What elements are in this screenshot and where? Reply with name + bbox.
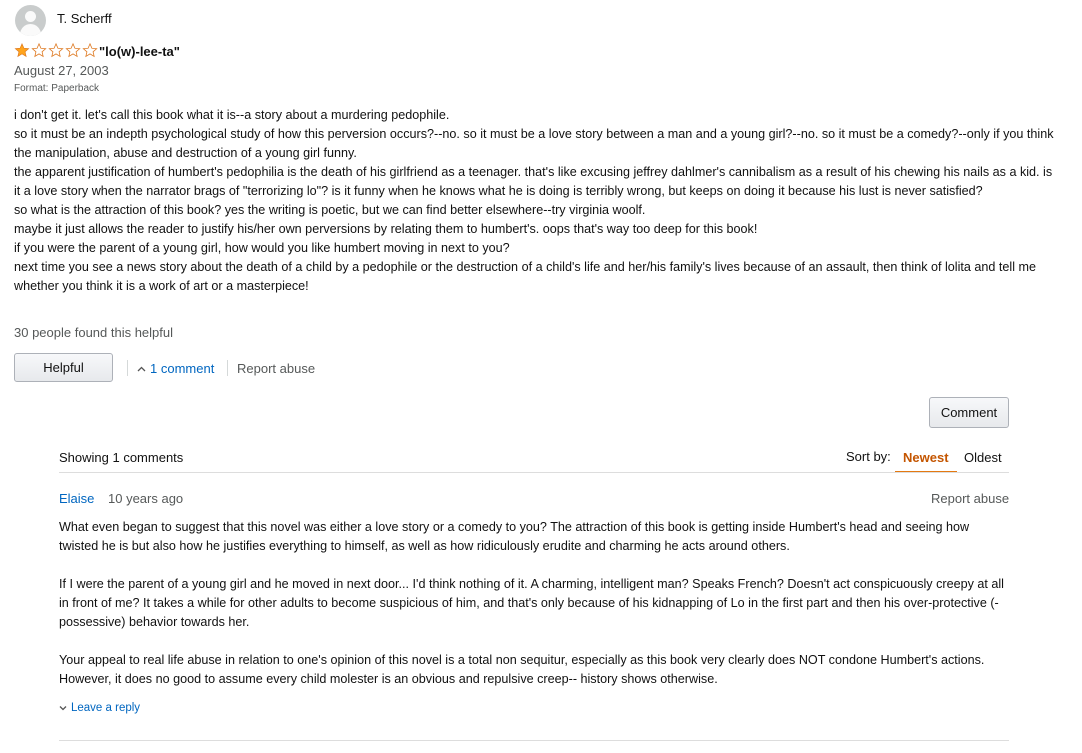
report-abuse-link[interactable]: Report abuse [237, 361, 315, 376]
reviewer-name[interactable]: T. Scherff [57, 11, 112, 26]
review-body-line: if you were the parent of a young girl, … [14, 241, 510, 255]
review-body: i don't get it. let's call this book wha… [14, 106, 1059, 296]
star-empty-icon [82, 42, 98, 58]
review-format[interactable]: Format: Paperback [14, 83, 99, 94]
star-filled-icon [14, 43, 30, 58]
comment-paragraph: Your appeal to real life abuse in relati… [59, 653, 985, 686]
comment-button[interactable]: Comment [929, 397, 1009, 428]
comment-body: What even began to suggest that this nov… [59, 518, 1009, 708]
leave-reply-link[interactable]: Leave a reply [59, 702, 140, 714]
star-empty-icon [48, 42, 64, 58]
comments-toggle-link[interactable]: 1 comment [137, 361, 214, 376]
sort-newest-tab[interactable]: Newest [903, 450, 949, 465]
comment-paragraph: What even began to suggest that this nov… [59, 520, 970, 553]
sort-oldest-tab[interactable]: Oldest [964, 450, 1002, 465]
review-body-line: next time you see a news story about the… [14, 260, 1036, 293]
comment-author-link[interactable]: Elaise [59, 491, 94, 506]
chevron-up-icon [137, 366, 146, 371]
review-date: August 27, 2003 [14, 63, 109, 78]
review-title[interactable]: "lo(w)-lee-ta" [99, 44, 180, 59]
reviewer-avatar-icon [15, 5, 46, 36]
star-rating [14, 42, 98, 59]
star-empty-icon [65, 42, 81, 58]
helpful-button[interactable]: Helpful [14, 353, 113, 382]
leave-reply-label: Leave a reply [71, 702, 141, 714]
sort-label: Sort by: [846, 449, 891, 464]
review-body-line: i don't get it. let's call this book wha… [14, 108, 450, 122]
review-body-line: the apparent justification of humbert's … [14, 165, 1053, 198]
divider [59, 472, 1009, 473]
divider [59, 740, 1009, 741]
comments-count-text: Showing 1 comments [59, 450, 184, 465]
divider [227, 360, 228, 376]
star-empty-icon [31, 42, 47, 58]
review-body-line: so it must be an indepth psychological s… [14, 127, 1054, 160]
helpful-count: 30 people found this helpful [14, 325, 174, 340]
chevron-down-icon [59, 706, 67, 711]
review-body-line: maybe it just allows the reader to justi… [14, 222, 758, 236]
comment-paragraph: If I were the parent of a young girl and… [59, 577, 1004, 629]
comment-timestamp: 10 years ago [108, 491, 184, 506]
review-body-line: so what is the attraction of this book? … [14, 203, 646, 217]
comment-report-abuse-link[interactable]: Report abuse [931, 491, 1009, 506]
comments-count-label: 1 comment [150, 361, 215, 376]
divider [127, 360, 128, 376]
